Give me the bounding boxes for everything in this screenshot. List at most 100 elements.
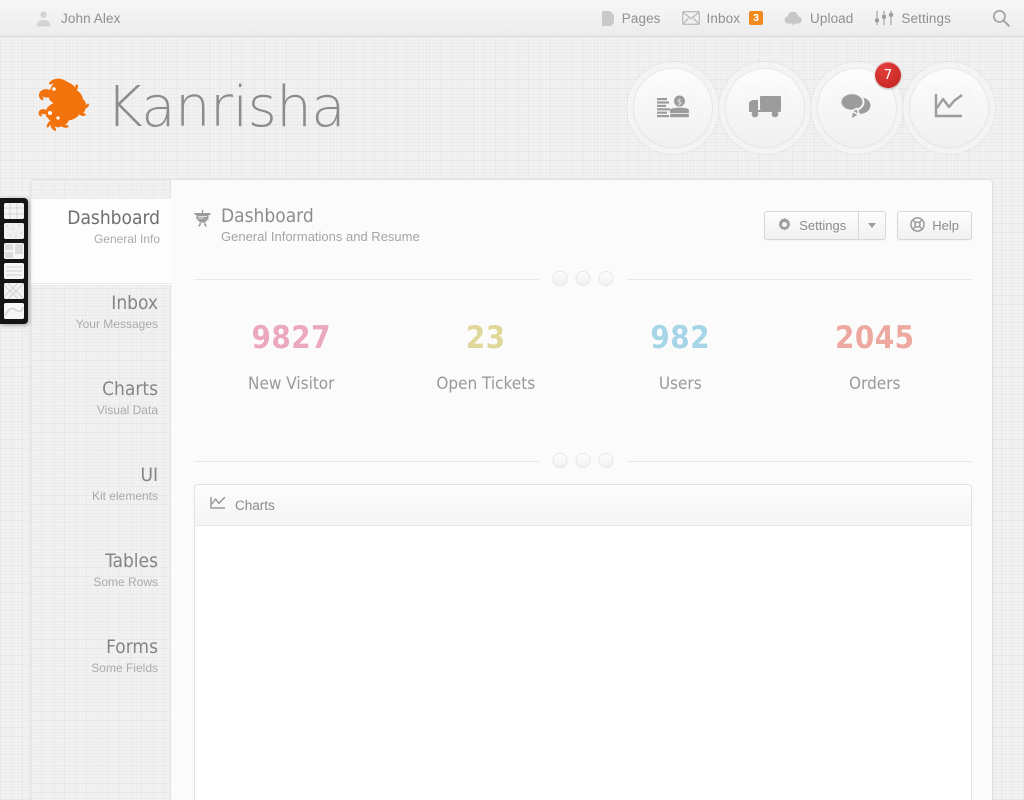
stat-open-tickets[interactable]: 23 Open Tickets [389, 320, 584, 434]
sidebar-item-dashboard[interactable]: Dashboard General Info [31, 198, 172, 284]
brand-logo[interactable]: Kanrisha [30, 73, 346, 144]
page-header: Dashboard General Informations and Resum… [194, 180, 972, 252]
charts-widget: Charts [194, 484, 972, 800]
topbar-menu: Pages Inbox 3 Upload Settings [601, 9, 1010, 27]
stat-new-visitor-label: New Visitor [248, 374, 335, 394]
sidebar-item-charts-label: Charts [102, 378, 158, 400]
stat-new-visitor[interactable]: 9827 New Visitor [194, 320, 389, 434]
line-chart-icon [933, 92, 965, 125]
pattern-swatch-lines[interactable] [4, 263, 24, 279]
line-chart-icon [210, 496, 226, 515]
divider-bottom-dots [539, 454, 627, 467]
settings-button[interactable]: Settings [764, 211, 859, 240]
top-bar: John Alex Pages Inbox 3 Upload Settings [0, 0, 1024, 37]
page-actions: Settings Help [764, 211, 972, 240]
divider-bottom [194, 454, 972, 467]
topbar-item-inbox[interactable]: Inbox 3 [681, 10, 764, 26]
sidebar-item-tables-sub: Some Rows [93, 575, 158, 589]
sidebar-item-charts-sub: Visual Data [96, 403, 158, 417]
topbar-item-settings[interactable]: Settings [874, 10, 951, 26]
stat-users-value: 982 [650, 320, 711, 356]
charts-widget-body[interactable] [195, 526, 971, 800]
site-header: Kanrisha $ 7 [0, 37, 1024, 179]
quick-action-messages-inner [827, 78, 887, 138]
envelope-icon [681, 11, 700, 25]
sliders-icon [874, 10, 894, 26]
stat-open-tickets-value: 23 [465, 320, 506, 356]
topbar-item-upload[interactable]: Upload [784, 11, 853, 26]
page-header-text: Dashboard General Informations and Resum… [221, 205, 420, 246]
content-panel: Dashboard General Info Inbox Your Messag… [30, 179, 993, 800]
money-coins-icon: $ [656, 91, 690, 126]
sidebar-item-charts[interactable]: Charts Visual Data [31, 370, 170, 456]
sidebar-item-inbox-sub: Your Messages [75, 317, 158, 331]
quick-action-shipping[interactable] [726, 69, 804, 147]
charts-widget-header: Charts [195, 485, 971, 526]
pattern-swatch-crosshatch[interactable] [4, 283, 24, 299]
cloud-upload-icon [784, 11, 803, 26]
presentation-board-icon [194, 210, 211, 232]
svg-text:$: $ [677, 97, 682, 106]
settings-button-label: Settings [799, 218, 847, 233]
divider-top [194, 272, 972, 285]
brand-name: Kanrisha [106, 75, 346, 140]
quick-action-analytics[interactable] [910, 69, 988, 147]
chat-bubbles-icon [839, 91, 874, 125]
topbar-item-pages[interactable]: Pages [601, 10, 661, 27]
settings-dropdown-button[interactable] [858, 211, 887, 240]
sidebar-item-forms[interactable]: Forms Some Fields [31, 628, 170, 714]
main-content: Dashboard General Informations and Resum… [172, 180, 992, 800]
stat-orders[interactable]: 2045 Orders [778, 320, 973, 434]
sidebar-item-tables[interactable]: Tables Some Rows [31, 542, 170, 628]
help-button-label: Help [932, 218, 959, 233]
divider-dot [576, 272, 590, 285]
quick-action-messages-badge: 7 [875, 62, 901, 88]
background-pattern-picker[interactable] [0, 198, 28, 324]
sidebar-item-forms-label: Forms [106, 636, 158, 658]
avatar-icon [34, 9, 53, 28]
quick-action-money[interactable]: $ [634, 69, 712, 147]
pattern-swatch-blocks[interactable] [4, 243, 24, 259]
divider-dot [599, 272, 613, 285]
charts-widget-title: Charts [235, 497, 275, 513]
divider-top-dots [539, 272, 627, 285]
gear-icon [777, 217, 792, 235]
page-subtitle: General Informations and Resume [221, 229, 420, 244]
sidebar-item-inbox-label: Inbox [111, 292, 158, 314]
quick-action-money-inner: $ [643, 78, 703, 138]
sidebar-item-dashboard-label: Dashboard [67, 207, 160, 229]
topbar-item-upload-label: Upload [810, 10, 854, 26]
sidebar-item-forms-sub: Some Fields [91, 661, 158, 675]
sidebar-item-ui-sub: Kit elements [91, 489, 158, 503]
sidebar-item-ui[interactable]: UI Kit elements [31, 456, 170, 542]
stat-users-label: Users [658, 374, 702, 394]
quick-action-analytics-inner [919, 78, 979, 138]
page-icon [601, 10, 615, 27]
topbar-item-pages-label: Pages [621, 10, 661, 26]
divider-dot [599, 454, 613, 467]
page-title: Dashboard [221, 205, 314, 227]
stat-orders-value: 2045 [834, 320, 915, 356]
inbox-badge: 3 [749, 11, 764, 25]
topbar-item-settings-label: Settings [901, 10, 951, 26]
pattern-swatch-noise[interactable] [4, 223, 24, 239]
sidebar-item-ui-label: UI [140, 464, 158, 486]
help-button[interactable]: Help [897, 211, 972, 240]
stat-new-visitor-value: 9827 [251, 320, 332, 356]
user-account[interactable]: John Alex [34, 9, 120, 28]
divider-dot [553, 272, 567, 285]
pattern-swatch-wave[interactable] [4, 303, 24, 319]
stats-row: 9827 New Visitor 23 Open Tickets 982 Use… [194, 280, 972, 434]
stat-users[interactable]: 982 Users [583, 320, 778, 434]
topbar-item-inbox-label: Inbox [706, 10, 741, 26]
sidebar-item-dashboard-sub: General Info [93, 232, 160, 246]
sidebar-nav: Dashboard General Info Inbox Your Messag… [31, 180, 172, 800]
lifebuoy-icon [910, 216, 926, 235]
sidebar-item-inbox[interactable]: Inbox Your Messages [31, 284, 170, 370]
delivery-truck-icon [747, 93, 783, 124]
search-icon[interactable] [992, 9, 1010, 27]
stat-open-tickets-label: Open Tickets [436, 374, 536, 394]
pattern-swatch-grid[interactable] [4, 203, 24, 219]
quick-action-shipping-inner [735, 78, 795, 138]
quick-action-messages[interactable]: 7 [818, 62, 901, 147]
